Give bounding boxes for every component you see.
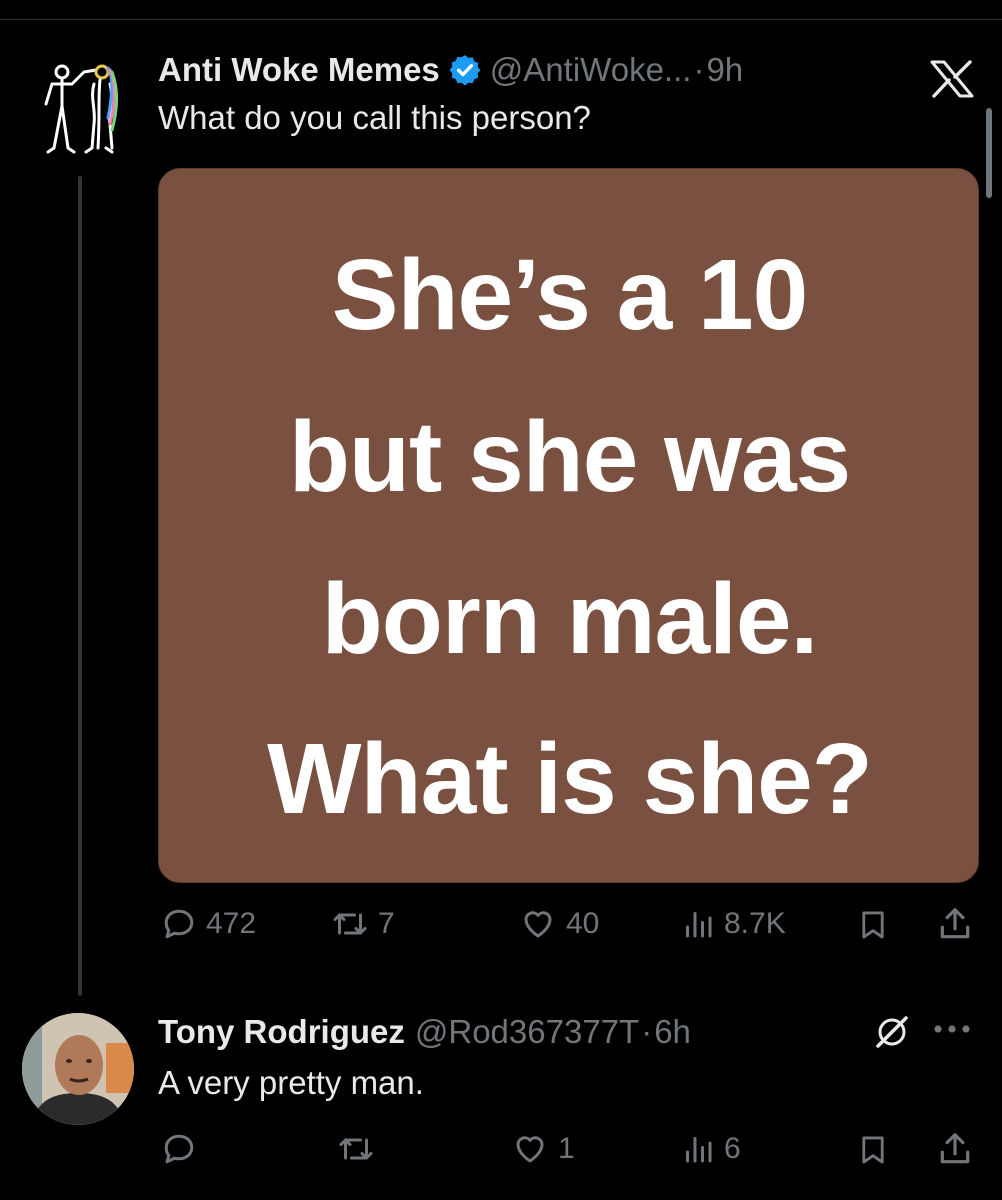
like-button[interactable]: 1 (510, 1131, 575, 1167)
author-avatar[interactable] (38, 58, 122, 156)
views-button[interactable]: 6 (680, 1131, 741, 1167)
separator-dot: · (693, 51, 705, 88)
image-text-line: What is she? (267, 723, 873, 835)
share-icon (940, 1133, 970, 1164)
views-icon (686, 912, 712, 938)
reply-button[interactable] (160, 1131, 206, 1167)
reply-icon (164, 909, 194, 939)
view-count: 6 (724, 1132, 741, 1165)
reply-icon (164, 1134, 194, 1164)
share-button[interactable] (936, 1129, 974, 1169)
reply-action-bar: 1 6 (0, 1125, 1002, 1175)
x-logo-icon[interactable] (928, 60, 976, 98)
repost-button[interactable]: 7 (330, 906, 395, 942)
thread-connector-line (78, 176, 82, 996)
view-count: 8.7K (724, 907, 786, 940)
repost-icon (339, 1138, 373, 1160)
reply-header: Tony Rodriguez @Rod367377T · 6h (158, 1012, 691, 1052)
reply-text: A very pretty man. (158, 1064, 424, 1101)
repost-button[interactable] (336, 1131, 384, 1167)
views-button[interactable]: 8.7K (680, 906, 786, 942)
author-name[interactable]: Anti Woke Memes (158, 51, 440, 89)
repost-count: 7 (378, 907, 395, 940)
image-text-line: She’s a 10 (331, 239, 809, 351)
top-divider (0, 19, 1002, 20)
share-icon (940, 908, 970, 939)
like-count: 40 (566, 907, 600, 940)
image-text-line: but she was (288, 401, 851, 513)
bookmark-icon (862, 1136, 884, 1164)
share-button[interactable] (936, 904, 974, 944)
heart-icon (524, 911, 552, 938)
reply-count: 472 (206, 907, 257, 940)
tweet-text: What do you call this person? (158, 99, 591, 136)
reply-author-avatar[interactable] (22, 1013, 134, 1125)
reply-author-name[interactable]: Tony Rodriguez (158, 1013, 405, 1051)
reply-author-handle[interactable]: @Rod367377T (415, 1013, 639, 1051)
scrollbar[interactable] (986, 108, 992, 198)
heart-icon (516, 1136, 544, 1163)
like-button[interactable]: 40 (518, 906, 599, 942)
repost-icon (333, 913, 367, 935)
image-text-line: born male. (321, 563, 819, 675)
views-icon (686, 1137, 712, 1163)
bookmark-icon (862, 911, 884, 939)
tweet-action-bar: 472 7 40 8.7K (0, 900, 1002, 950)
verified-badge-icon (449, 55, 481, 86)
author-handle[interactable]: @AntiWoke... (490, 51, 692, 89)
reply-timestamp[interactable]: 6h (654, 1013, 691, 1051)
tweet-timestamp[interactable]: 9h (706, 51, 743, 89)
separator-dot: · (641, 1013, 653, 1050)
reply-button[interactable]: 472 (160, 906, 256, 942)
bookmark-button[interactable] (856, 906, 890, 944)
bookmark-button[interactable] (856, 1131, 890, 1169)
tweet-header: Anti Woke Memes @AntiWoke... · 9h (158, 50, 743, 90)
tweet-media-image[interactable]: She’s a 10 but she was born male. What i… (158, 168, 979, 883)
more-icon[interactable] (930, 1022, 974, 1036)
grok-icon[interactable] (872, 1012, 912, 1052)
like-count: 1 (558, 1132, 575, 1165)
